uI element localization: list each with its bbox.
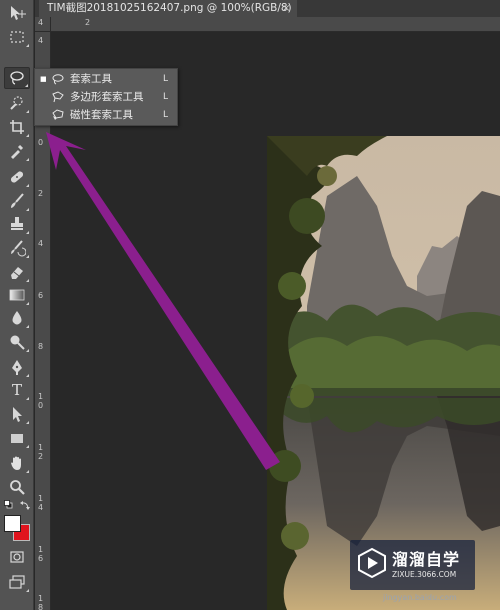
history-brush-tool[interactable] [4, 237, 30, 259]
ruler-number: 2 [38, 189, 44, 198]
play-logo-icon [358, 547, 386, 579]
ruler-number: 2 [85, 18, 91, 27]
healing-brush-tool[interactable] [4, 166, 30, 188]
blur-tool[interactable] [4, 307, 30, 329]
type-tool[interactable]: T [4, 379, 30, 401]
drop-icon [12, 311, 22, 325]
magnifier-icon [10, 480, 25, 495]
eyedropper-icon [11, 144, 24, 159]
pen-icon [12, 360, 22, 375]
dodge-icon [10, 335, 25, 350]
path-selection-tool[interactable] [4, 403, 30, 425]
marquee-tool[interactable] [4, 26, 30, 48]
ruler-number: 1 0 [38, 392, 44, 410]
document-tab[interactable]: TIM截图20181025162407.png @ 100%(RGB/8) [39, 0, 297, 17]
screen-mode-icon [9, 575, 25, 589]
menu-item-label: 磁性套索工具 [70, 109, 133, 121]
screen-mode-button[interactable] [4, 571, 30, 593]
pen-tool[interactable] [4, 356, 30, 378]
horizontal-ruler[interactable]: 4 2 [38, 17, 500, 32]
cursor-arrow-icon [13, 407, 22, 422]
menu-item-label: 多边形套索工具 [70, 91, 144, 103]
clone-stamp-tool[interactable] [4, 213, 30, 235]
menu-item-label: 套索工具 [70, 73, 112, 85]
move-icon [11, 6, 26, 20]
quick-mask-button[interactable] [4, 546, 30, 568]
eyedropper-tool[interactable] [4, 140, 30, 162]
close-icon[interactable]: × [282, 0, 290, 17]
crop-tool[interactable] [4, 116, 30, 138]
lasso-tool-flyout-menu: ■ 套索工具 L 多边形套索工具 L 磁性套索工具 L [34, 68, 178, 126]
brush-tool[interactable] [4, 190, 30, 212]
lasso-icon [52, 73, 64, 84]
source-site-text: jingyan.baidu.com [383, 593, 457, 602]
selected-marker-icon: ■ [40, 74, 47, 83]
polygon-lasso-icon [52, 90, 64, 102]
watermark-url: ZIXUE.3066.COM [392, 570, 457, 579]
ruler-number: 4 [38, 36, 44, 45]
history-brush-icon [11, 240, 26, 257]
quick-mask-icon [10, 551, 24, 563]
zoom-tool[interactable] [4, 476, 30, 498]
ruler-number: 4 [38, 18, 44, 27]
ruler-number: 6 [38, 291, 44, 300]
rect-marquee-icon [10, 31, 24, 43]
landscape-photo [267, 136, 500, 610]
ruler-number: 1 2 [38, 443, 44, 461]
foreground-color-swatch[interactable] [4, 515, 21, 532]
lasso-icon [10, 71, 24, 85]
document-image[interactable] [267, 136, 500, 610]
ruler-number: 1 4 [38, 494, 44, 512]
swap-colors-icon[interactable] [20, 500, 30, 510]
eraser-tool[interactable] [4, 261, 30, 283]
default-colors-icon[interactable] [4, 500, 13, 509]
shape-tool[interactable] [4, 427, 30, 449]
watermark-title: 溜溜自学 [392, 550, 461, 569]
quick-selection-icon [10, 96, 23, 110]
dodge-tool[interactable] [4, 331, 30, 353]
brush-icon [11, 193, 24, 208]
watermark-badge: 溜溜自学 ZIXUE.3066.COM [350, 540, 475, 590]
tools-panel: T [0, 0, 34, 610]
menu-item-lasso[interactable]: ■ 套索工具 L [35, 70, 177, 87]
crop-icon [10, 120, 24, 134]
type-icon: T [11, 381, 22, 399]
photoshop-window: T TIM截图20181025162407.png @ 100%(RGB/8) … [0, 0, 500, 610]
gradient-tool[interactable] [4, 284, 30, 306]
ruler-number: 4 [38, 239, 44, 248]
menu-item-shortcut: L [163, 109, 169, 120]
hand-tool[interactable] [4, 452, 30, 474]
rectangle-icon [11, 434, 23, 443]
menu-item-polygon-lasso[interactable]: 多边形套索工具 L [35, 88, 177, 105]
ruler-number: 1 8 [38, 594, 44, 610]
hand-icon [11, 456, 21, 470]
bandage-icon [10, 171, 24, 183]
ruler-number: 8 [38, 342, 44, 351]
menu-item-shortcut: L [163, 73, 169, 84]
menu-item-shortcut: L [163, 91, 169, 102]
ruler-number: 1 6 [38, 545, 44, 563]
document-tab-bar: TIM截图20181025162407.png @ 100%(RGB/8) × [35, 0, 500, 17]
ruler-number: 0 [38, 138, 44, 147]
magnetic-lasso-icon [52, 108, 64, 120]
document-tab-title: TIM截图20181025162407.png @ 100%(RGB/8) [47, 2, 292, 14]
move-tool[interactable] [4, 2, 30, 24]
quick-selection-tool[interactable] [4, 92, 30, 114]
stamp-icon [11, 217, 23, 230]
eraser-icon [11, 267, 23, 279]
gradient-icon [9, 289, 25, 301]
lasso-tool[interactable] [4, 67, 30, 89]
menu-item-magnetic-lasso[interactable]: 磁性套索工具 L [35, 106, 177, 123]
